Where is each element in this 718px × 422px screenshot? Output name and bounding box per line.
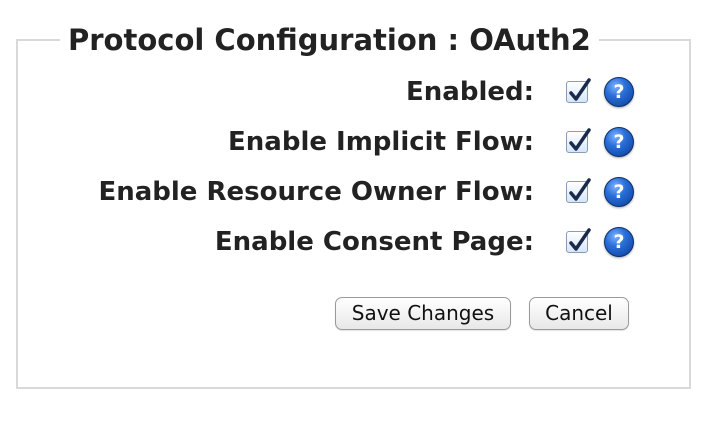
option-label-resource-owner-flow: Enable Resource Owner Flow:	[98, 177, 534, 207]
save-changes-button[interactable]: Save Changes	[335, 297, 511, 330]
option-label-implicit-flow: Enable Implicit Flow:	[228, 127, 534, 157]
help-icon-implicit-flow[interactable]: ?	[604, 127, 634, 157]
checkmark-icon	[569, 78, 591, 101]
help-icon-resource-owner-flow[interactable]: ?	[604, 177, 634, 207]
resource-owner-flow-checkbox[interactable]	[566, 178, 591, 203]
consent-page-checkbox[interactable]	[566, 228, 591, 253]
cancel-button[interactable]: Cancel	[529, 297, 629, 330]
help-icon-consent-page[interactable]: ?	[604, 227, 634, 257]
checkmark-icon	[569, 178, 591, 201]
checkmark-icon	[569, 228, 591, 251]
option-label-enabled: Enabled:	[406, 77, 534, 107]
option-label-consent-page: Enable Consent Page:	[214, 227, 534, 257]
option-row-implicit-flow: Enable Implicit Flow: ?	[0, 122, 718, 162]
option-row-resource-owner-flow: Enable Resource Owner Flow: ?	[0, 172, 718, 212]
panel-legend: Protocol Configuration : OAuth2	[60, 20, 599, 60]
option-row-consent-page: Enable Consent Page: ?	[0, 222, 718, 262]
implicit-flow-checkbox[interactable]	[566, 128, 591, 153]
checkmark-icon	[569, 128, 591, 151]
enabled-checkbox[interactable]	[566, 78, 591, 103]
option-row-enabled: Enabled: ?	[0, 72, 718, 112]
help-icon-enabled[interactable]: ?	[604, 77, 634, 107]
